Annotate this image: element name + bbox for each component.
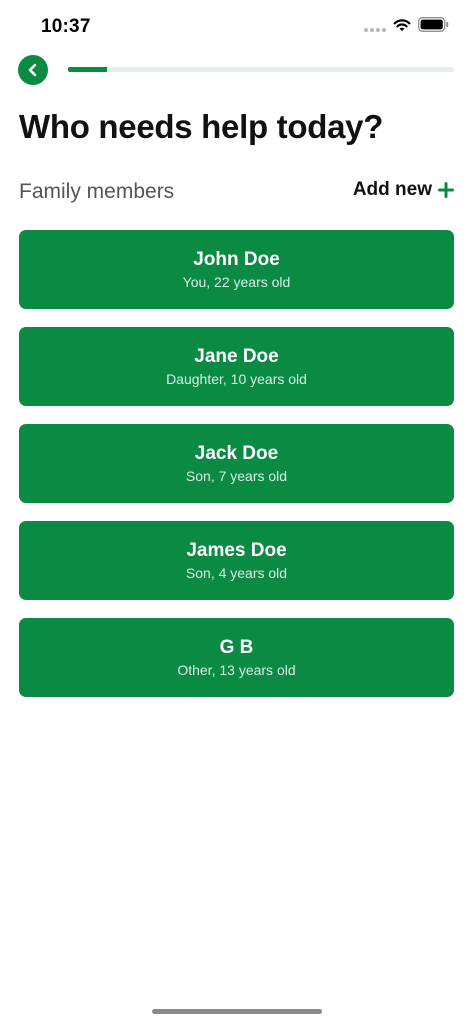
member-name: G B bbox=[219, 636, 254, 658]
member-name: James Doe bbox=[186, 539, 287, 561]
section-label: Family members bbox=[19, 180, 175, 203]
member-name: John Doe bbox=[193, 248, 280, 270]
add-new-label: Add new bbox=[352, 179, 432, 200]
member-card-james-doe[interactable]: James Doe Son, 4 years old bbox=[19, 521, 454, 600]
back-button[interactable] bbox=[18, 55, 48, 85]
signal-dots-icon bbox=[364, 28, 386, 32]
page-title: Who needs help today? bbox=[19, 108, 384, 145]
status-time: 10:37 bbox=[41, 16, 91, 37]
member-card-john-doe[interactable]: John Doe You, 22 years old bbox=[19, 230, 454, 309]
member-card-g-b[interactable]: G B Other, 13 years old bbox=[19, 618, 454, 697]
plus-icon bbox=[438, 182, 454, 198]
member-card-jack-doe[interactable]: Jack Doe Son, 7 years old bbox=[19, 424, 454, 503]
progress-fill bbox=[68, 67, 107, 72]
wifi-icon bbox=[393, 19, 411, 32]
member-card-jane-doe[interactable]: Jane Doe Daughter, 10 years old bbox=[19, 327, 454, 406]
member-detail: Son, 4 years old bbox=[185, 564, 288, 581]
member-detail: Daughter, 10 years old bbox=[166, 370, 307, 387]
add-new-button[interactable]: Add new bbox=[353, 179, 454, 201]
member-detail: Son, 7 years old bbox=[185, 467, 288, 484]
member-list: John Doe You, 22 years old Jane Doe Daug… bbox=[19, 230, 454, 715]
member-detail: Other, 13 years old bbox=[177, 661, 296, 678]
progress-bar bbox=[68, 67, 454, 72]
battery-icon bbox=[418, 17, 449, 32]
member-detail: You, 22 years old bbox=[182, 273, 291, 290]
status-bar: 10:37 bbox=[0, 0, 473, 54]
member-name: Jack Doe bbox=[194, 442, 279, 464]
home-indicator bbox=[152, 1009, 322, 1014]
member-name: Jane Doe bbox=[194, 345, 279, 367]
chevron-left-icon bbox=[28, 63, 37, 77]
